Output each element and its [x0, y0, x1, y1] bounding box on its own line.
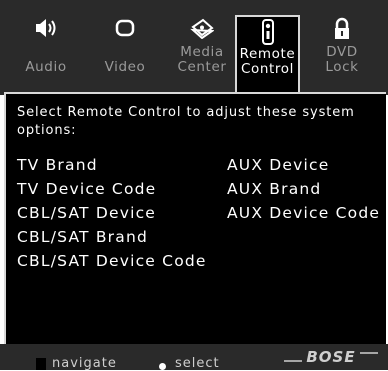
tab-bar: Audio Video Media Center Remote Control … [0, 0, 388, 95]
tab-dvd-lock-label: DVD Lock [325, 44, 359, 75]
tab-audio-label: Audio [25, 59, 67, 75]
hint-bar: navigate select BOSE [0, 344, 388, 371]
tab-remote-control[interactable]: Remote Control [235, 15, 300, 92]
tab-audio[interactable]: Audio [17, 15, 75, 92]
remote-control-icon [237, 19, 298, 49]
speaker-icon [17, 17, 75, 47]
bose-logo: BOSE [284, 348, 378, 366]
panel-instructions: Select Remote Control to adjust these sy… [17, 105, 355, 138]
option-tv-device-code[interactable]: TV Device Code [17, 179, 156, 199]
select-button-icon [159, 363, 166, 370]
tab-dvd-lock[interactable]: DVD Lock [312, 15, 372, 92]
tab-media-center[interactable]: Media Center [172, 15, 232, 92]
option-aux-device[interactable]: AUX Device [227, 155, 330, 175]
navigate-arrows-icon [36, 358, 46, 370]
tab-video-label: Video [104, 59, 146, 75]
remote-control-panel: Select Remote Control to adjust these sy… [4, 92, 386, 344]
tab-video[interactable]: Video [96, 15, 154, 92]
option-aux-device-code[interactable]: AUX Device Code [227, 203, 380, 223]
media-disc-icon [172, 17, 232, 47]
option-aux-brand[interactable]: AUX Brand [227, 179, 321, 199]
tab-remote-control-label: Remote Control [239, 46, 296, 77]
select-hint: select [175, 356, 220, 371]
option-cbl-sat-device[interactable]: CBL/SAT Device [17, 203, 156, 223]
tv-screen-icon [96, 17, 154, 47]
padlock-icon [312, 17, 372, 47]
option-cbl-sat-device-code[interactable]: CBL/SAT Device Code [17, 251, 207, 271]
tab-media-center-label: Media Center [177, 44, 227, 75]
settings-screen: Audio Video Media Center Remote Control … [0, 0, 388, 371]
bose-logo-text: BOSE [306, 348, 355, 366]
navigate-hint: navigate [52, 356, 117, 371]
option-cbl-sat-brand[interactable]: CBL/SAT Brand [17, 227, 148, 247]
option-tv-brand[interactable]: TV Brand [17, 155, 98, 175]
